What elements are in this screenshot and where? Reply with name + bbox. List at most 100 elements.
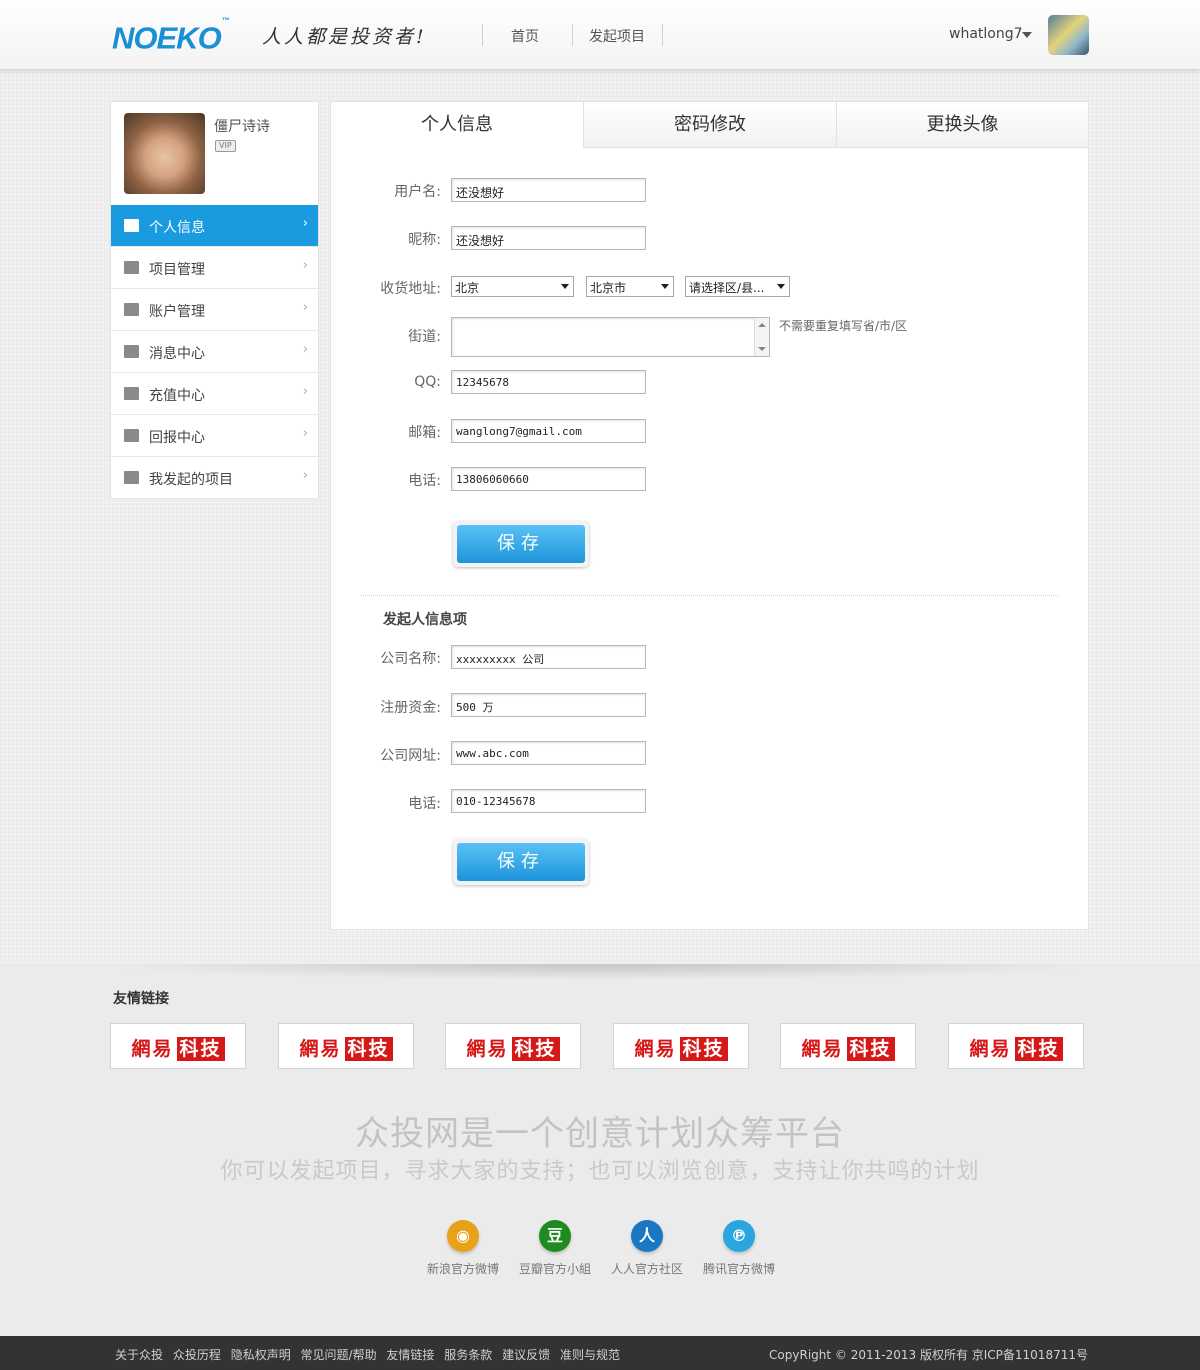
friend-link-text: 網易 [466,1038,509,1060]
site-slogan: 人人都是投资者! [262,26,427,48]
footer-link-terms[interactable]: 服务条款 [444,1348,492,1362]
social-link-tencent-weibo[interactable]: ℗ 腾讯官方微博 [689,1220,789,1277]
nickname-label: 昵称: [408,232,441,248]
flag-icon [124,471,139,484]
chevron-right-icon: › [302,300,308,315]
social-link-renren[interactable]: 人 人人官方社区 [597,1220,697,1277]
friend-link-netease[interactable]: 網易 科技 [780,1023,916,1069]
netease-tech-logo: 網易 科技 [131,1034,225,1061]
footer-link-history[interactable]: 众投历程 [173,1348,221,1362]
save-profile-button[interactable]: 保存 [453,521,589,567]
friend-link-netease[interactable]: 網易 科技 [278,1023,414,1069]
footer-link-friend-links[interactable]: 友情链接 [386,1348,434,1362]
registered-capital-field[interactable]: 500 万 [451,693,646,717]
textarea-scrollbar[interactable] [754,318,769,356]
friend-links-title: 友情链接 [113,991,169,1007]
sidebar-item-account[interactable]: 账户管理 › [111,288,318,330]
friend-link-text: 網易 [299,1038,342,1060]
netease-tech-logo: 網易 科技 [634,1034,728,1061]
weibo-icon: ◉ [447,1220,479,1252]
dropdown-arrow-icon [561,284,569,289]
district-select-value: 请选择区/县... [689,281,765,295]
section-divider [361,595,1058,596]
street-textarea[interactable] [451,317,770,357]
sidebar-item-my-projects[interactable]: 我发起的项目 › [111,456,318,498]
friend-link-netease[interactable]: 網易 科技 [948,1023,1084,1069]
user-avatar[interactable] [1048,15,1089,55]
scroll-down-icon[interactable] [758,347,766,351]
company-name-field[interactable]: xxxxxxxxx 公司 [451,645,646,669]
footer-shadow [90,964,1110,980]
sidebar-item-recharge[interactable]: 充值中心 › [111,372,318,414]
email-field[interactable]: wanglong7@gmail.com [451,419,646,443]
save-button-label: 保存 [457,525,585,563]
chevron-right-icon: › [302,342,308,357]
tab-personal-info[interactable]: 个人信息 [331,102,583,148]
save-founder-button[interactable]: 保存 [453,839,589,885]
username-field[interactable]: 还没想好 [451,178,646,202]
founder-section-title: 发起人信息项 [383,612,467,628]
bottom-bar: 关于众投 众投历程 隐私权声明 常见问题/帮助 友情链接 服务条款 建议反馈 准… [0,1336,1200,1370]
sidebar-item-rewards[interactable]: 回报中心 › [111,414,318,456]
social-link-sina-weibo[interactable]: ◉ 新浪官方微博 [413,1220,513,1277]
nickname-field[interactable]: 还没想好 [451,226,646,250]
platform-headline: 众投网是一个创意计划众筹平台 [355,1114,845,1154]
province-select[interactable]: 北京 [451,276,574,297]
founder-phone-label: 电话: [408,796,441,812]
vip-badge: VIP [215,140,236,152]
social-link-douban[interactable]: 豆 豆瓣官方小組 [505,1220,605,1277]
tencent-weibo-icon: ℗ [723,1220,755,1252]
city-select[interactable]: 北京市 [586,276,674,297]
tab-change-password[interactable]: 密码修改 [583,102,836,148]
chevron-right-icon: › [302,216,308,231]
friend-link-text: 科技 [1014,1037,1063,1061]
sidebar-item-label: 个人信息 [149,220,205,236]
footer-link-guidelines[interactable]: 准则与规范 [560,1348,620,1362]
account-icon [124,303,139,316]
profile-panel: 个人信息 密码修改 更换头像 用户名: 还没想好 昵称: 还没想好 收货地址: … [330,101,1089,930]
profile-name: 僵尸诗诗 [214,119,270,135]
nav-home-link[interactable]: 首页 [511,26,539,46]
district-select[interactable]: 请选择区/县... [685,276,790,297]
friend-link-text: 科技 [679,1037,728,1061]
phone-field[interactable]: 13806060660 [451,467,646,491]
footer-link-faq[interactable]: 常见问题/帮助 [301,1348,377,1362]
nav-divider [662,24,663,46]
nav-divider [572,24,573,46]
qq-label: QQ: [414,374,441,390]
tab-change-avatar[interactable]: 更换头像 [836,102,1088,148]
friend-link-text: 科技 [344,1037,393,1061]
scroll-up-icon[interactable] [758,323,766,327]
street-label: 街道: [408,329,441,345]
friend-link-text: 科技 [176,1037,225,1061]
chevron-right-icon: › [302,426,308,441]
site-logo[interactable]: NOEKO™ [112,16,230,53]
friend-link-netease[interactable]: 網易 科技 [110,1023,246,1069]
nav-start-project-link[interactable]: 发起项目 [589,26,645,46]
friend-link-netease[interactable]: 網易 科技 [445,1023,581,1069]
footer-link-privacy[interactable]: 隐私权声明 [231,1348,291,1362]
account-sidebar: 僵尸诗诗 VIP 个人信息 › 项目管理 › 账户管理 › 消息中心 › 充值中… [110,101,319,499]
company-website-field[interactable]: www.abc.com [451,741,646,765]
sidebar-item-label: 充值中心 [149,388,205,404]
sidebar-item-label: 消息中心 [149,346,205,362]
footer-link-about[interactable]: 关于众投 [115,1348,163,1362]
user-menu-name[interactable]: whatlong7 [949,26,1023,42]
site-footer: 友情链接 網易 科技 網易 科技 網易 科技 網易 科技 網易 科技 網易 科技 众投网是一… [0,964,1200,1336]
social-label: 豆瓣官方小組 [518,1262,591,1276]
sidebar-item-messages[interactable]: 消息中心 › [111,330,318,372]
footer-link-feedback[interactable]: 建议反馈 [502,1348,550,1362]
sidebar-item-projects[interactable]: 项目管理 › [111,246,318,288]
card-icon [124,387,139,400]
qq-field[interactable]: 12345678 [451,370,646,394]
chevron-right-icon: › [302,258,308,273]
registered-capital-label: 注册资金: [380,700,441,716]
chevron-down-icon[interactable] [1022,32,1032,38]
friend-link-text: 科技 [511,1037,560,1061]
founder-phone-field[interactable]: 010-12345678 [451,789,646,813]
friend-link-netease[interactable]: 網易 科技 [613,1023,749,1069]
sidebar-item-profile[interactable]: 个人信息 › [111,205,318,246]
nav-divider [482,24,483,46]
gift-icon [124,429,139,442]
message-icon [124,345,139,358]
